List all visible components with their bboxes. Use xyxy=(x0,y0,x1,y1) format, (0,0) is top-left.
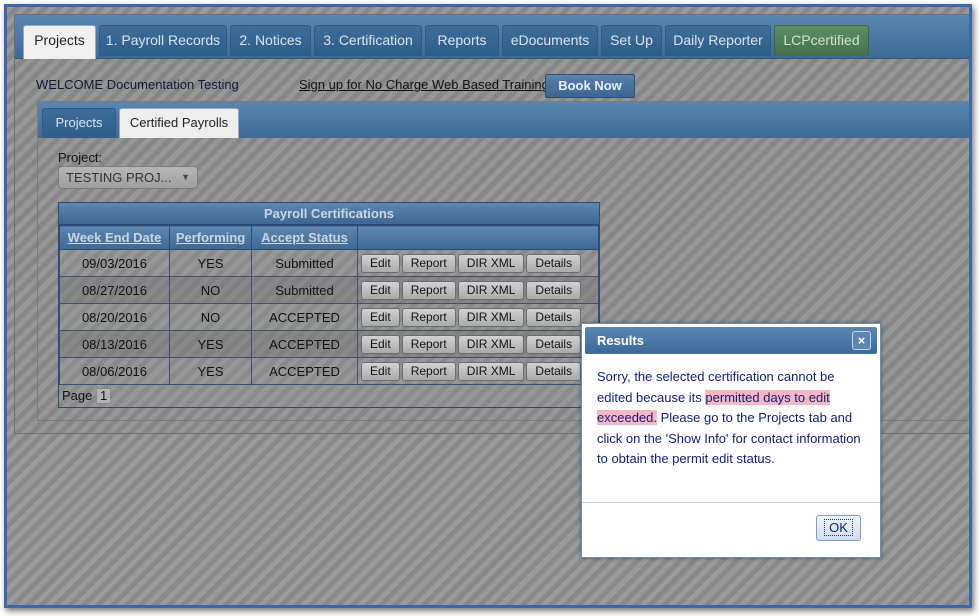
edit-button[interactable]: Edit xyxy=(361,280,400,300)
tab-projects[interactable]: Projects xyxy=(23,25,96,59)
column-header-actions xyxy=(357,225,599,250)
column-header-week-end-date[interactable]: Week End Date xyxy=(59,225,170,250)
sub-tab-bar: Projects Certified Payrolls xyxy=(38,102,969,138)
table-row: 09/03/2016 YES Submitted Edit Report DIR XML D… xyxy=(59,249,599,277)
accept-status-cell: Submitted xyxy=(251,249,358,277)
certifications-table: Week End Date Performing Accept Status 0… xyxy=(59,225,599,385)
performing-cell: NO xyxy=(169,276,252,304)
project-label: Project: xyxy=(58,150,103,165)
week-end-date-cell: 08/06/2016 xyxy=(59,357,170,385)
pager-page-1[interactable]: 1 xyxy=(96,388,112,404)
pager: Page 1 xyxy=(59,385,599,407)
row-actions: Edit Report DIR XML Details xyxy=(357,330,599,358)
main-tab-bar: Projects 1. Payroll Records 2. Notices 3… xyxy=(15,15,969,59)
ok-button-label: OK xyxy=(824,519,853,536)
results-dialog: Results × Sorry, the selected certificat… xyxy=(581,323,881,558)
tab-edocuments[interactable]: eDocuments xyxy=(502,25,598,56)
dir-xml-button[interactable]: DIR XML xyxy=(457,253,525,273)
dialog-titlebar: Results × xyxy=(585,327,877,354)
week-end-date-cell: 09/03/2016 xyxy=(59,249,170,277)
tab-notices[interactable]: 2. Notices xyxy=(230,25,311,56)
tab-daily-reporter[interactable]: Daily Reporter xyxy=(665,25,771,56)
performing-cell: YES xyxy=(169,357,252,385)
dialog-footer: OK xyxy=(582,502,880,557)
performing-cell: YES xyxy=(169,249,252,277)
accept-status-cell: ACCEPTED xyxy=(251,330,358,358)
ok-button[interactable]: OK xyxy=(816,515,861,541)
pager-label: Page xyxy=(62,388,93,403)
details-button[interactable]: Details xyxy=(526,361,582,381)
row-actions: Edit Report DIR XML Details xyxy=(357,276,599,304)
accept-status-cell: Submitted xyxy=(251,276,358,304)
row-actions: Edit Report DIR XML Details xyxy=(357,357,599,385)
report-button[interactable]: Report xyxy=(401,280,456,300)
performing-cell: NO xyxy=(169,303,252,331)
screenshot-frame: Projects 1. Payroll Records 2. Notices 3… xyxy=(4,4,972,608)
column-header-accept-status[interactable]: Accept Status xyxy=(251,225,358,250)
details-button[interactable]: Details xyxy=(526,307,582,327)
report-button[interactable]: Report xyxy=(401,334,456,354)
details-button[interactable]: Details xyxy=(526,334,582,354)
chevron-down-icon: ▼ xyxy=(181,172,190,182)
row-actions: Edit Report DIR XML Details xyxy=(357,249,599,277)
edit-button[interactable]: Edit xyxy=(361,307,400,327)
row-actions: Edit Report DIR XML Details xyxy=(357,303,599,331)
accept-status-cell: ACCEPTED xyxy=(251,303,358,331)
table-row: 08/06/2016 YES ACCEPTED Edit Report DIR XML De… xyxy=(59,357,599,385)
dialog-message: Sorry, the selected certification cannot… xyxy=(582,354,880,520)
week-end-date-cell: 08/27/2016 xyxy=(59,276,170,304)
tab-lcpcertified[interactable]: LCPcertified xyxy=(774,25,869,56)
table-row: 08/20/2016 NO ACCEPTED Edit Report DIR XML Det… xyxy=(59,303,599,331)
dir-xml-button[interactable]: DIR XML xyxy=(457,307,525,327)
tab-reports[interactable]: Reports xyxy=(425,25,499,56)
project-select-value: TESTING PROJ... xyxy=(66,170,172,185)
accept-status-cell: ACCEPTED xyxy=(251,357,358,385)
edit-button[interactable]: Edit xyxy=(361,334,400,354)
column-header-performing[interactable]: Performing xyxy=(169,225,252,250)
week-end-date-cell: 08/20/2016 xyxy=(59,303,170,331)
book-now-button[interactable]: Book Now xyxy=(545,74,635,98)
dir-xml-button[interactable]: DIR XML xyxy=(457,334,525,354)
payroll-certifications-grid: Payroll Certifications Week End Date Per… xyxy=(58,202,600,408)
report-button[interactable]: Report xyxy=(401,307,456,327)
details-button[interactable]: Details xyxy=(526,253,582,273)
table-row: 08/13/2016 YES ACCEPTED Edit Report DIR XML De… xyxy=(59,330,599,358)
dir-xml-button[interactable]: DIR XML xyxy=(457,280,525,300)
dialog-title: Results xyxy=(597,333,644,348)
subtab-certified-payrolls[interactable]: Certified Payrolls xyxy=(119,108,239,138)
report-button[interactable]: Report xyxy=(401,361,456,381)
project-select[interactable]: TESTING PROJ... ▼ xyxy=(58,166,198,189)
close-icon[interactable]: × xyxy=(852,331,871,350)
training-signup-link[interactable]: Sign up for No Charge Web Based Training xyxy=(299,77,549,92)
performing-cell: YES xyxy=(169,330,252,358)
dir-xml-button[interactable]: DIR XML xyxy=(457,361,525,381)
tab-payroll-records[interactable]: 1. Payroll Records xyxy=(99,25,227,56)
details-button[interactable]: Details xyxy=(526,280,582,300)
week-end-date-cell: 08/13/2016 xyxy=(59,330,170,358)
welcome-message: WELCOME Documentation Testing xyxy=(36,77,239,92)
tab-set-up[interactable]: Set Up xyxy=(601,25,662,56)
report-button[interactable]: Report xyxy=(401,253,456,273)
tab-certification[interactable]: 3. Certification xyxy=(314,25,422,56)
subtab-projects[interactable]: Projects xyxy=(42,108,116,138)
edit-button[interactable]: Edit xyxy=(361,361,400,381)
edit-button[interactable]: Edit xyxy=(361,253,400,273)
grid-caption: Payroll Certifications xyxy=(59,203,599,225)
table-row: 08/27/2016 NO Submitted Edit Report DIR XML De… xyxy=(59,276,599,304)
